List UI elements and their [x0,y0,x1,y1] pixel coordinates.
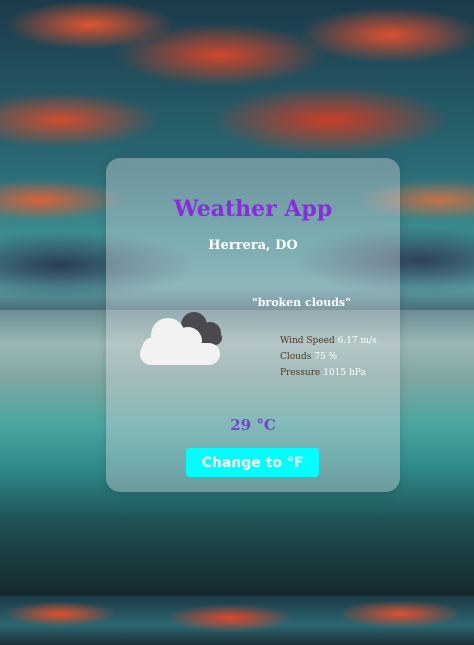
wind-speed-row: Wind Speed 6.17 m/s [280,333,377,349]
app-title: Weather App [173,196,333,222]
weather-details: Wind Speed 6.17 m/s Clouds 75 % Pressure… [280,333,377,381]
location-label: Herrera, DO [208,238,298,253]
change-unit-button[interactable]: Change to °F [186,448,319,477]
broken-clouds-icon [140,312,222,365]
weather-card: Weather App Herrera, DO "broken clouds" … [106,158,400,492]
temperature-display: 29 °C [230,416,276,434]
pressure-value: 1015 hPa [323,368,366,378]
clouds-value: 75 % [314,352,338,362]
background-repeat-strip [0,596,474,645]
weather-description: "broken clouds" [252,296,351,309]
pressure-row: Pressure 1015 hPa [280,365,377,381]
wind-speed-label: Wind Speed [280,336,335,346]
clouds-label: Clouds [280,352,312,362]
clouds-row: Clouds 75 % [280,349,377,365]
pressure-label: Pressure [280,368,321,378]
wind-speed-value: 6.17 m/s [337,336,377,346]
